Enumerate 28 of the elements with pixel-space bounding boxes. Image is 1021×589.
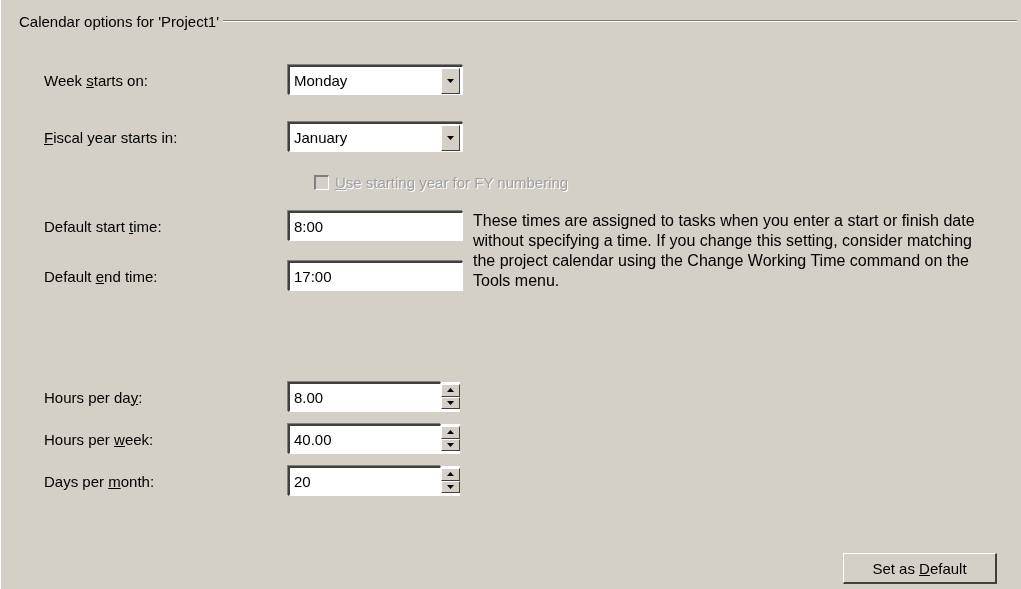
help-text: These times are assigned to tasks when you enter a start or finish date without specifying a time. If you change this setting, consider matching the project calendar using the Change Working Time command on the Tools menu. <box>473 211 976 291</box>
dropdown-arrow-icon <box>447 135 454 140</box>
dropdown[interactable]: Monday <box>288 65 463 95</box>
group-title: Calendar options for 'Project1' <box>19 12 219 30</box>
down-arrow-icon <box>447 442 454 447</box>
number-field[interactable]: 40.00 <box>288 424 441 454</box>
text-field[interactable]: 17:00 <box>288 261 463 291</box>
text-field[interactable]: 8:00 <box>288 211 463 241</box>
set-default-button[interactable]: Set as Default <box>843 553 997 584</box>
field-label: Week starts on: <box>44 71 149 89</box>
field-label: Hours per day: <box>44 388 144 406</box>
spin-up-button[interactable] <box>441 468 460 481</box>
down-arrow-icon <box>447 400 454 405</box>
field-label: Default start time: <box>44 217 163 235</box>
number-field[interactable]: 8.00 <box>288 382 441 412</box>
dropdown-arrow-icon <box>447 78 454 83</box>
number-field[interactable]: 20 <box>288 466 441 496</box>
field-label: Default end time: <box>44 267 159 285</box>
field-label: Fiscal year starts in: <box>44 128 179 146</box>
field-label: Days per month: <box>44 472 156 490</box>
down-arrow-icon <box>447 484 454 489</box>
dropdown[interactable]: January <box>288 122 463 152</box>
spin-up-button[interactable] <box>441 384 460 397</box>
field-label: Hours per week: <box>44 430 155 448</box>
up-arrow-icon <box>447 388 454 393</box>
spin-up-button[interactable] <box>441 426 460 439</box>
up-arrow-icon <box>447 472 454 477</box>
up-arrow-icon <box>447 430 454 435</box>
